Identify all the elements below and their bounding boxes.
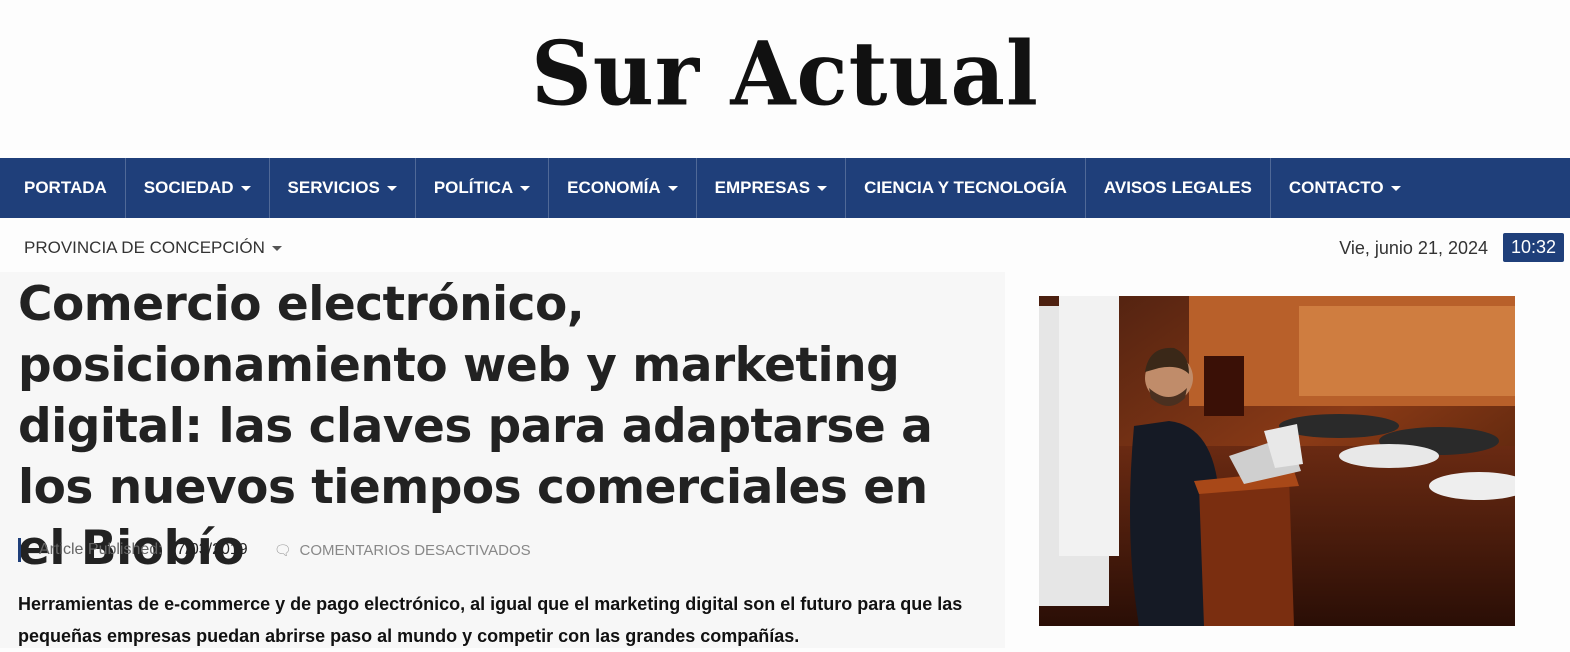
caret-down-icon (271, 245, 282, 251)
nav-item-empresas[interactable]: EMPRESAS (697, 158, 847, 218)
province-menu[interactable]: PROVINCIA DE CONCEPCIÓN (24, 238, 282, 258)
published-label: Article Published: (39, 541, 163, 558)
article-main: Comercio electrónico, posicionamiento we… (0, 272, 1005, 648)
nav-item-avisos-legales[interactable]: AVISOS LEGALES (1086, 158, 1271, 218)
nav-item-label: SOCIEDAD (143, 178, 234, 197)
comments-status: COMENTARIOS DESACTIVADOS (299, 541, 531, 559)
nav-item-label: ECONOMÍA (567, 178, 661, 197)
nav-item-label: PORTADA (24, 178, 107, 197)
caret-down-icon (667, 185, 678, 191)
caret-down-icon (817, 185, 828, 191)
current-time-badge: 10:32 (1502, 233, 1564, 262)
caret-down-icon (520, 185, 531, 191)
nav-item-ciencia-tecnologia[interactable]: CIENCIA Y TECNOLOGÍA (846, 158, 1086, 218)
nav-item-label: CIENCIA Y TECNOLOGÍA (864, 178, 1067, 197)
nav-item-label: EMPRESAS (714, 178, 811, 197)
article-title: Comercio electrónico, posicionamiento we… (18, 277, 933, 576)
caret-down-icon (240, 185, 251, 191)
article-excerpt: Herramientas de e-commerce y de pago ele… (18, 594, 963, 646)
site-header: Sur Actual (0, 0, 1570, 158)
nav-item-label: SERVICIOS (287, 178, 380, 197)
site-logo[interactable]: Sur Actual (0, 19, 1570, 128)
nav-item-servicios[interactable]: SERVICIOS (270, 158, 416, 218)
featured-image-illustration (1039, 296, 1515, 626)
published-date: 17/03/2019 (167, 541, 248, 558)
article-meta: Article Published: 17/03/2019 🗨 COMENTAR… (18, 538, 531, 562)
nav-item-portada[interactable]: PORTADA (0, 158, 126, 218)
main-navigation: PORTADA SOCIEDAD SERVICIOS POLÍTICA ECON… (0, 158, 1570, 218)
comment-icon: 🗨 (273, 541, 292, 558)
current-date: Vie, junio 21, 2024 (1339, 238, 1488, 258)
caret-down-icon (386, 185, 397, 191)
nav-item-label: AVISOS LEGALES (1103, 178, 1252, 197)
nav-item-label: CONTACTO (1288, 178, 1384, 197)
nav-item-contacto[interactable]: CONTACTO (1271, 158, 1419, 218)
province-label: PROVINCIA DE CONCEPCIÓN (24, 238, 265, 257)
article-featured-image[interactable] (1039, 296, 1515, 626)
nav-item-economia[interactable]: ECONOMÍA (549, 158, 697, 218)
sub-bar: PROVINCIA DE CONCEPCIÓN Vie, junio 21, 2… (0, 218, 1570, 272)
nav-item-politica[interactable]: POLÍTICA (416, 158, 550, 218)
nav-item-sociedad[interactable]: SOCIEDAD (126, 158, 270, 218)
nav-item-label: POLÍTICA (433, 178, 514, 197)
caret-down-icon (1390, 185, 1401, 191)
